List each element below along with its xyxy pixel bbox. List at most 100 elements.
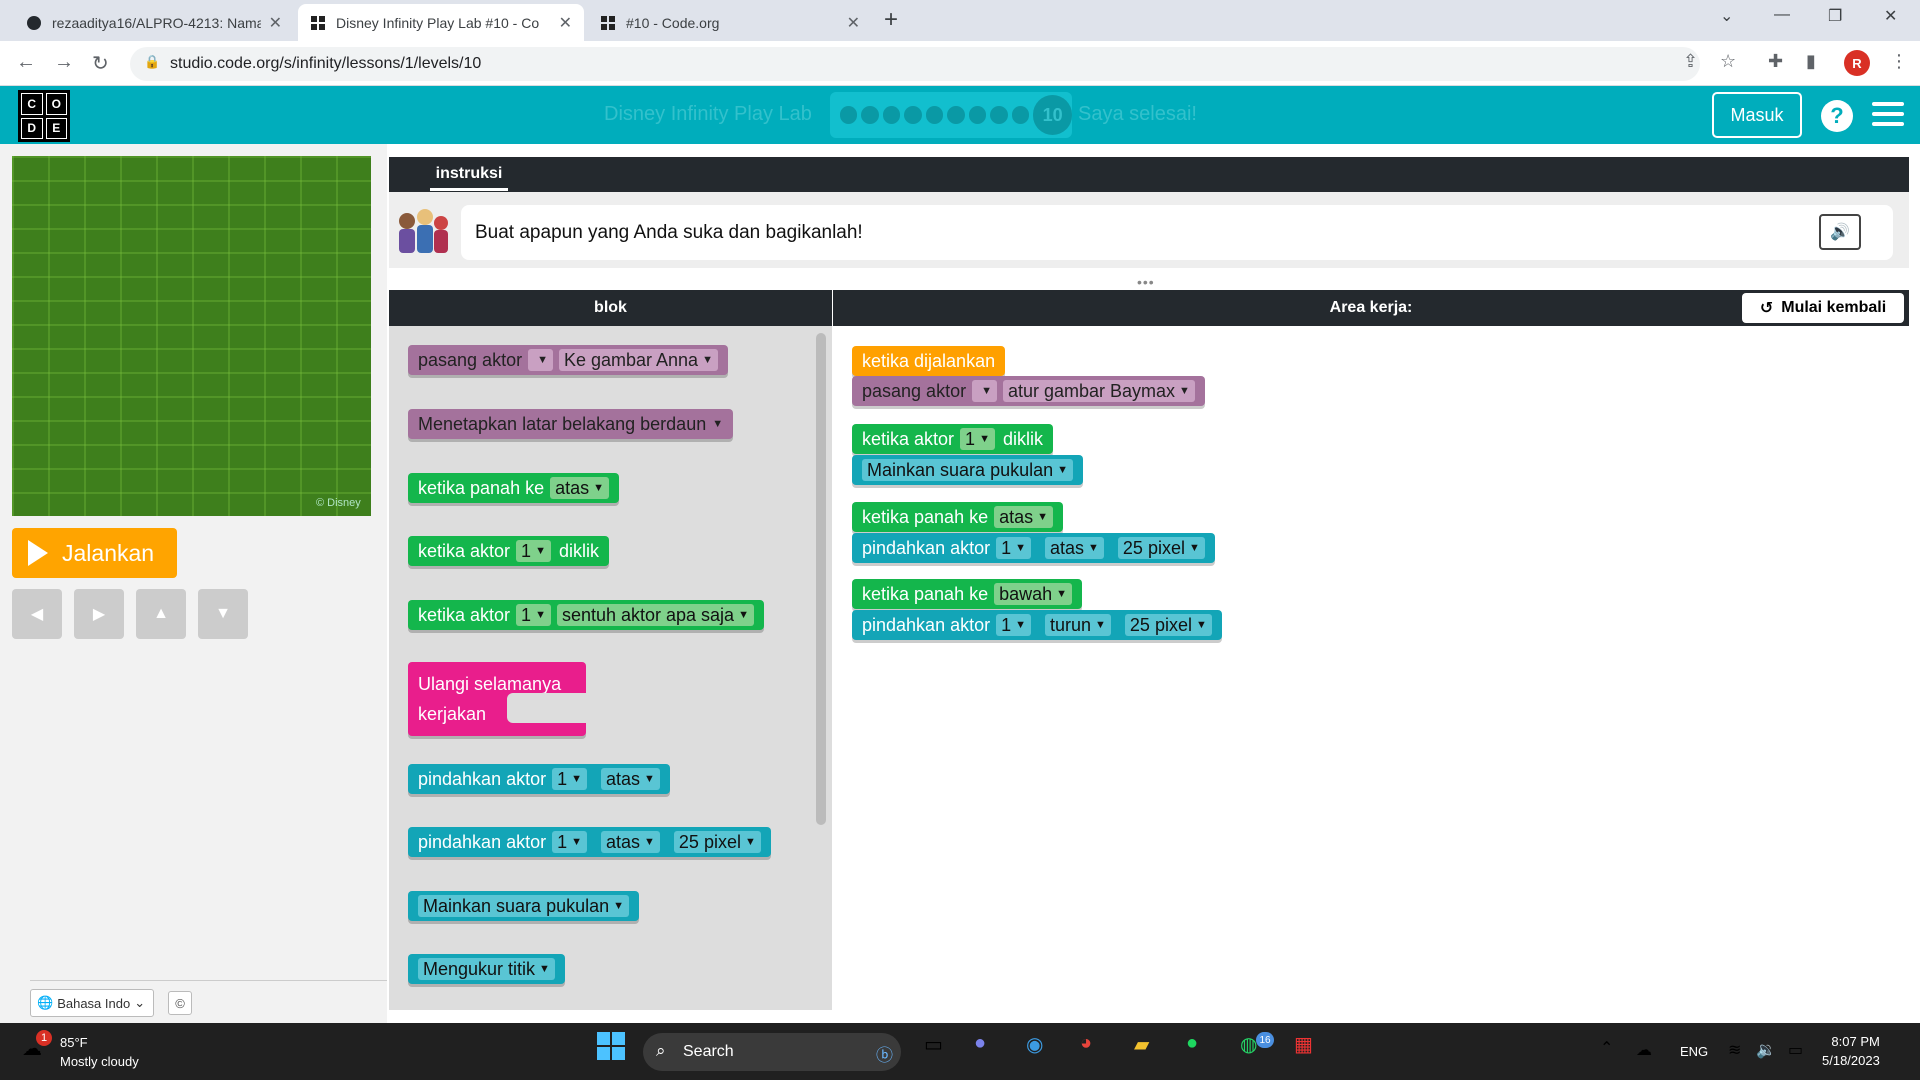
volume-icon[interactable]: 🔉	[1756, 1040, 1776, 1060]
file-explorer-icon[interactable]: ▰	[1134, 1032, 1149, 1057]
clock[interactable]: 8:07 PM 5/18/2023	[1822, 1032, 1880, 1070]
block-dropdown[interactable]: atas ▼	[1045, 537, 1104, 559]
toolbox-block[interactable]: Mengukur titik ▼	[408, 954, 565, 984]
toolbox-block[interactable]: pasang aktor ▼ Ke gambar Anna ▼	[408, 345, 728, 375]
copyright-icon[interactable]: ©	[168, 991, 192, 1015]
block-dropdown[interactable]: atas ▼	[601, 768, 660, 790]
left-arrow-button[interactable]: ◀	[12, 589, 62, 639]
toolbox-block[interactable]: pindahkan aktor 1 ▼ atas ▼ 25 pixel ▼	[408, 827, 771, 857]
chevron-up-icon[interactable]: ⌃	[1600, 1038, 1613, 1058]
workspace-block[interactable]: pindahkan aktor 1 ▼ turun ▼ 25 pixel ▼	[852, 610, 1222, 640]
block-dropdown[interactable]: 25 pixel ▼	[673, 831, 761, 853]
block-dropdown[interactable]: 1 ▼	[996, 614, 1031, 636]
close-icon[interactable]: ✕	[847, 13, 860, 33]
block-dropdown[interactable]: atas ▼	[994, 506, 1054, 528]
chrome-icon[interactable]: ◕	[1080, 1032, 1092, 1055]
close-icon[interactable]: ✕	[559, 13, 572, 33]
reload-icon[interactable]: ↻	[92, 51, 109, 76]
current-level-badge[interactable]: 10	[1033, 95, 1073, 135]
weather-widget[interactable]: 85°F Mostly cloudy	[60, 1033, 139, 1071]
tab-disney-play-lab[interactable]: Disney Infinity Play Lab #10 - Co ✕	[298, 4, 584, 41]
toolbox-block[interactable]: Mainkan suara pukulan ▼	[408, 891, 640, 921]
workspace-block[interactable]: pasang aktor ▼ atur gambar Baymax ▼	[852, 376, 1205, 406]
bing-icon[interactable]: ⓑ	[876, 1041, 893, 1066]
star-icon[interactable]: ☆	[1720, 51, 1736, 72]
block-dropdown[interactable]: 25 pixel ▼	[1117, 537, 1205, 559]
lock-icon[interactable]: 🔒	[144, 54, 160, 70]
tab-instructions[interactable]: instruksi	[430, 160, 508, 191]
block-dropdown[interactable]: ▼	[972, 380, 997, 402]
language-indicator[interactable]: ENG	[1680, 1044, 1708, 1059]
help-icon[interactable]: ?	[1821, 100, 1853, 132]
toolbox-block[interactable]: ketika aktor 1 ▼ diklik	[408, 536, 609, 566]
progress-dot[interactable]	[861, 106, 879, 124]
progress-dot[interactable]	[925, 106, 944, 124]
app-icon[interactable]: ▦	[1294, 1032, 1313, 1057]
right-arrow-button[interactable]: ▶	[74, 589, 124, 639]
block-dropdown[interactable]: atur gambar Baymax ▼	[1002, 380, 1195, 402]
toolbox-block[interactable]: Menetapkan latar belakang berdaun ▼	[408, 409, 734, 439]
cloud-icon[interactable]: ☁	[1636, 1040, 1652, 1060]
new-tab-button[interactable]: +	[884, 6, 898, 34]
block-dropdown[interactable]: sentuh aktor apa saja ▼	[556, 604, 754, 626]
close-window-button[interactable]: ✕	[1884, 6, 1897, 26]
block-dropdown[interactable]: 25 pixel ▼	[1124, 614, 1212, 636]
block-dropdown[interactable]: 1 ▼	[552, 831, 587, 853]
toolbox-block[interactable]: ketika panah ke atas ▼	[408, 473, 620, 503]
task-view-icon[interactable]: ▭	[924, 1032, 943, 1057]
toolbox-scrollbar[interactable]	[816, 333, 826, 825]
block-dropdown[interactable]: 1 ▼	[996, 537, 1031, 559]
spotify-icon[interactable]: ●	[1186, 1032, 1198, 1055]
resize-handle[interactable]: •••	[1137, 274, 1155, 290]
hamburger-menu-icon[interactable]	[1872, 102, 1904, 132]
block-dropdown[interactable]: 1 ▼	[552, 768, 587, 790]
tab-github[interactable]: rezaaditya16/ALPRO-4213: Nama ✕	[14, 4, 294, 41]
game-stage[interactable]	[12, 156, 371, 516]
language-select[interactable]: 🌐 Bahasa Indo ⌄	[30, 989, 154, 1017]
profile-avatar[interactable]: R	[1844, 50, 1870, 76]
progress-dot[interactable]	[990, 106, 1008, 124]
block-dropdown[interactable]: 1 ▼	[960, 428, 995, 450]
forward-icon[interactable]: →	[54, 51, 74, 74]
back-icon[interactable]: ←	[16, 51, 36, 74]
workspace-block[interactable]: pindahkan aktor 1 ▼ atas ▼ 25 pixel ▼	[852, 533, 1215, 563]
block-dropdown[interactable]: atas ▼	[601, 831, 660, 853]
toolbox-block[interactable]: pindahkan aktor 1 ▼ atas ▼	[408, 764, 670, 794]
dropdown-arrow-icon[interactable]: ▼	[712, 418, 723, 430]
progress-dot[interactable]	[882, 106, 901, 124]
windows-start-icon[interactable]	[597, 1032, 625, 1066]
wifi-icon[interactable]: ≋	[1728, 1040, 1741, 1060]
toolbox-block[interactable]: ketika aktor 1 ▼ sentuh aktor apa saja ▼	[408, 600, 764, 630]
workspace-block[interactable]: Mainkan suara pukulan ▼	[852, 455, 1084, 485]
whatsapp-icon[interactable]: ◍	[1240, 1032, 1257, 1057]
tab-search-icon[interactable]: ⌄	[1720, 6, 1733, 26]
run-button[interactable]: Jalankan	[12, 528, 177, 578]
progress-dot[interactable]	[904, 106, 922, 124]
block-dropdown[interactable]: Mainkan suara pukulan ▼	[418, 895, 630, 917]
sign-in-button[interactable]: Masuk	[1712, 92, 1802, 138]
workspace-event-block[interactable]: ketika panah ke atas ▼	[852, 502, 1064, 532]
block-dropdown[interactable]: ▼	[528, 349, 553, 371]
block-dropdown[interactable]: 1 ▼	[516, 604, 551, 626]
battery-icon[interactable]: ▭	[1788, 1040, 1803, 1060]
block-dropdown[interactable]: Ke gambar Anna ▼	[558, 349, 718, 371]
extensions-icon[interactable]: ✚	[1768, 51, 1783, 72]
block-dropdown[interactable]: 1 ▼	[516, 540, 551, 562]
taskbar-search[interactable]: Search	[643, 1033, 901, 1071]
workspace-event-block[interactable]: ketika panah ke bawah ▼	[852, 579, 1083, 609]
maximize-button[interactable]: ❐	[1828, 6, 1842, 26]
tab-code-org[interactable]: #10 - Code.org ✕	[588, 4, 872, 41]
edge-icon[interactable]: ◉	[1026, 1032, 1043, 1057]
side-panel-icon[interactable]: ▮	[1806, 51, 1816, 72]
menu-dots-icon[interactable]: ⋮	[1890, 51, 1908, 72]
block-dropdown[interactable]: Mengukur titik ▼	[418, 958, 555, 980]
workspace-event-block[interactable]: ketika aktor 1 ▼ diklik	[852, 424, 1053, 454]
close-icon[interactable]: ✕	[269, 13, 282, 33]
progress-dot[interactable]	[840, 106, 858, 124]
text-to-speech-icon[interactable]: 🔊	[1819, 214, 1861, 250]
share-icon[interactable]: ⇪	[1683, 51, 1698, 72]
workspace-event-block[interactable]: ketika dijalankan	[852, 346, 1006, 376]
progress-dot[interactable]	[1011, 106, 1030, 124]
progress-dot[interactable]	[968, 106, 987, 124]
progress-dot[interactable]	[947, 106, 965, 124]
